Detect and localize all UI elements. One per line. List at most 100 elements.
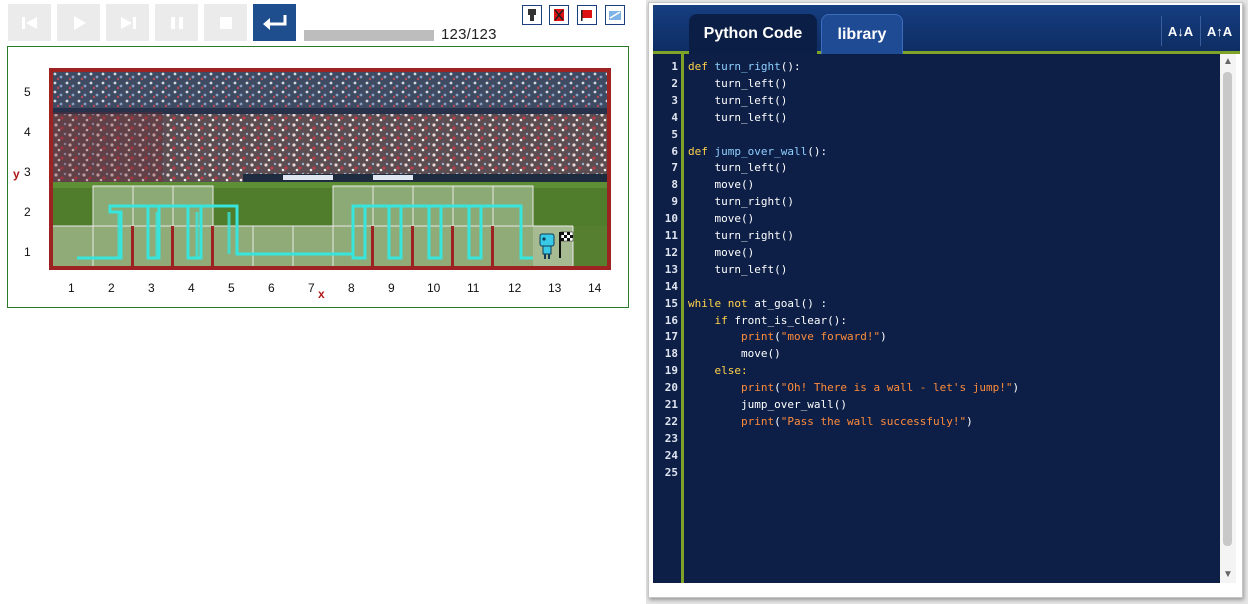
code-line[interactable]: turn_left() [688, 263, 787, 276]
line-number: 20 [664, 381, 678, 395]
robot-tool-icon [528, 9, 536, 21]
line-number: 8 [671, 178, 678, 192]
editor-frame: Python Code library A↓A A↑A 1 2 3 4 5 6 7 8 9 10 1… [648, 2, 1243, 598]
font-increase-button[interactable]: A↑A [1200, 16, 1238, 46]
scroll-thumb[interactable] [1223, 72, 1232, 546]
y-tick-4: 4 [24, 125, 31, 139]
world-edit-icon [609, 11, 621, 20]
x-axis-label: x [318, 287, 325, 301]
x-tick-5: 5 [228, 281, 235, 295]
code-line[interactable]: move() [688, 212, 754, 225]
x-tick-6: 6 [268, 281, 275, 295]
x-tick-1: 1 [68, 281, 75, 295]
x-tick-11: 11 [467, 281, 480, 295]
line-number: 16 [664, 313, 678, 327]
code-line[interactable]: jump_over_wall() [688, 398, 847, 411]
skip-back-icon [21, 16, 37, 29]
code-line[interactable]: turn_right() [688, 195, 793, 208]
editor-scrollbar[interactable]: ▲ ▼ [1220, 54, 1236, 583]
line-number: 10 [664, 212, 678, 226]
stop-button[interactable] [204, 4, 247, 41]
code-editor[interactable]: 1 2 3 4 5 6 7 8 9 10 11 12 13 14 15 16 17 18 19 20 21 22 23 24 2… [653, 54, 1220, 583]
scroll-down-icon[interactable]: ▼ [1223, 569, 1233, 580]
line-number: 1 [671, 60, 678, 73]
y-axis-label: y [13, 167, 20, 181]
robot-world-panel: 123/123 5 4 3 2 1 y 1 2 3 4 5 6 7 x 8 9 … [0, 0, 640, 604]
flag-icon [581, 10, 592, 21]
code-line[interactable]: print("Oh! There is a wall - let's jump!… [688, 381, 1019, 394]
tab-library[interactable]: library [821, 14, 903, 54]
code-line[interactable]: turn_right() [688, 229, 793, 242]
line-number: 17 [664, 330, 678, 344]
pause-button[interactable] [155, 4, 198, 41]
code-line[interactable]: turn_left() [688, 77, 787, 90]
x-tick-7: 7 [308, 281, 315, 295]
flag-tool-button[interactable] [577, 5, 597, 25]
world-edit-button[interactable] [605, 5, 625, 25]
code-line[interactable]: turn_left() [688, 111, 787, 124]
code-line[interactable]: move() [688, 347, 781, 360]
code-line[interactable]: move() [688, 178, 754, 191]
stadium-board [49, 68, 611, 270]
code-line[interactable]: turn_left() [688, 94, 787, 107]
code-line[interactable]: print("Pass the wall successfuly!") [688, 415, 973, 428]
line-number: 6 [671, 144, 678, 158]
first-step-button[interactable] [8, 4, 51, 41]
line-number: 24 [664, 448, 678, 462]
line-number: 11 [664, 229, 678, 242]
y-tick-1: 1 [24, 245, 31, 259]
play-button[interactable] [57, 4, 100, 41]
x-tick-13: 13 [548, 281, 562, 295]
stop-icon [219, 16, 232, 29]
robot-tool-button[interactable] [522, 5, 542, 25]
x-tick-14: 14 [588, 281, 602, 295]
pause-icon [170, 16, 183, 29]
line-number: 15 [664, 296, 678, 310]
line-number: 22 [664, 414, 678, 428]
line-number: 13 [664, 262, 678, 276]
tab-python-code[interactable]: Python Code [689, 14, 817, 54]
x-tick-2: 2 [108, 281, 115, 295]
code-line[interactable]: def turn_right(): [688, 60, 801, 73]
x-tick-12: 12 [508, 281, 522, 295]
x-tick-3: 3 [148, 281, 155, 295]
line-number: 23 [664, 431, 678, 445]
line-number: 25 [664, 465, 678, 479]
y-tick-2: 2 [24, 205, 31, 219]
editor-header: Python Code library A↓A A↑A [653, 5, 1240, 54]
x-tick-9: 9 [388, 281, 395, 295]
stadium-background [53, 72, 607, 266]
line-number: 21 [664, 398, 678, 411]
line-number: 7 [671, 161, 678, 175]
code-line[interactable]: print("move forward!") [688, 330, 887, 343]
code-line[interactable]: def jump_over_wall(): [688, 145, 827, 158]
line-number: 19 [664, 364, 678, 378]
progress-bar [304, 30, 434, 41]
return-arrow-icon [262, 14, 286, 30]
y-tick-3: 3 [24, 165, 31, 179]
code-editor-panel: Python Code library A↓A A↑A 1 2 3 4 5 6 7 8 9 10 1… [646, 0, 1248, 604]
code-line[interactable]: while not at_goal() : [688, 297, 827, 310]
line-number: 2 [671, 76, 678, 90]
line-number: 4 [671, 110, 678, 124]
code-line[interactable]: turn_left() [688, 161, 787, 174]
x-tick-8: 8 [348, 281, 355, 295]
scroll-up-icon[interactable]: ▲ [1223, 56, 1233, 67]
clear-world-button[interactable] [549, 5, 569, 25]
font-decrease-button[interactable]: A↓A [1161, 16, 1199, 46]
y-tick-5: 5 [24, 85, 31, 99]
progress-fill [304, 30, 434, 41]
line-number: 12 [664, 245, 678, 259]
world-grid: 5 4 3 2 1 y 1 2 3 4 5 6 7 x 8 9 10 11 12… [7, 46, 629, 308]
next-step-button[interactable] [106, 4, 149, 41]
line-number: 3 [671, 93, 678, 107]
run-button[interactable] [253, 4, 296, 41]
code-line[interactable]: move() [688, 246, 754, 259]
code-line[interactable]: if front_is_clear(): [688, 314, 847, 327]
line-number: 5 [671, 127, 678, 141]
line-number: 18 [664, 347, 678, 361]
skip-forward-icon [120, 16, 136, 29]
x-tick-4: 4 [188, 281, 195, 295]
code-line[interactable]: else: [688, 364, 748, 377]
step-counter: 123/123 [441, 26, 497, 43]
